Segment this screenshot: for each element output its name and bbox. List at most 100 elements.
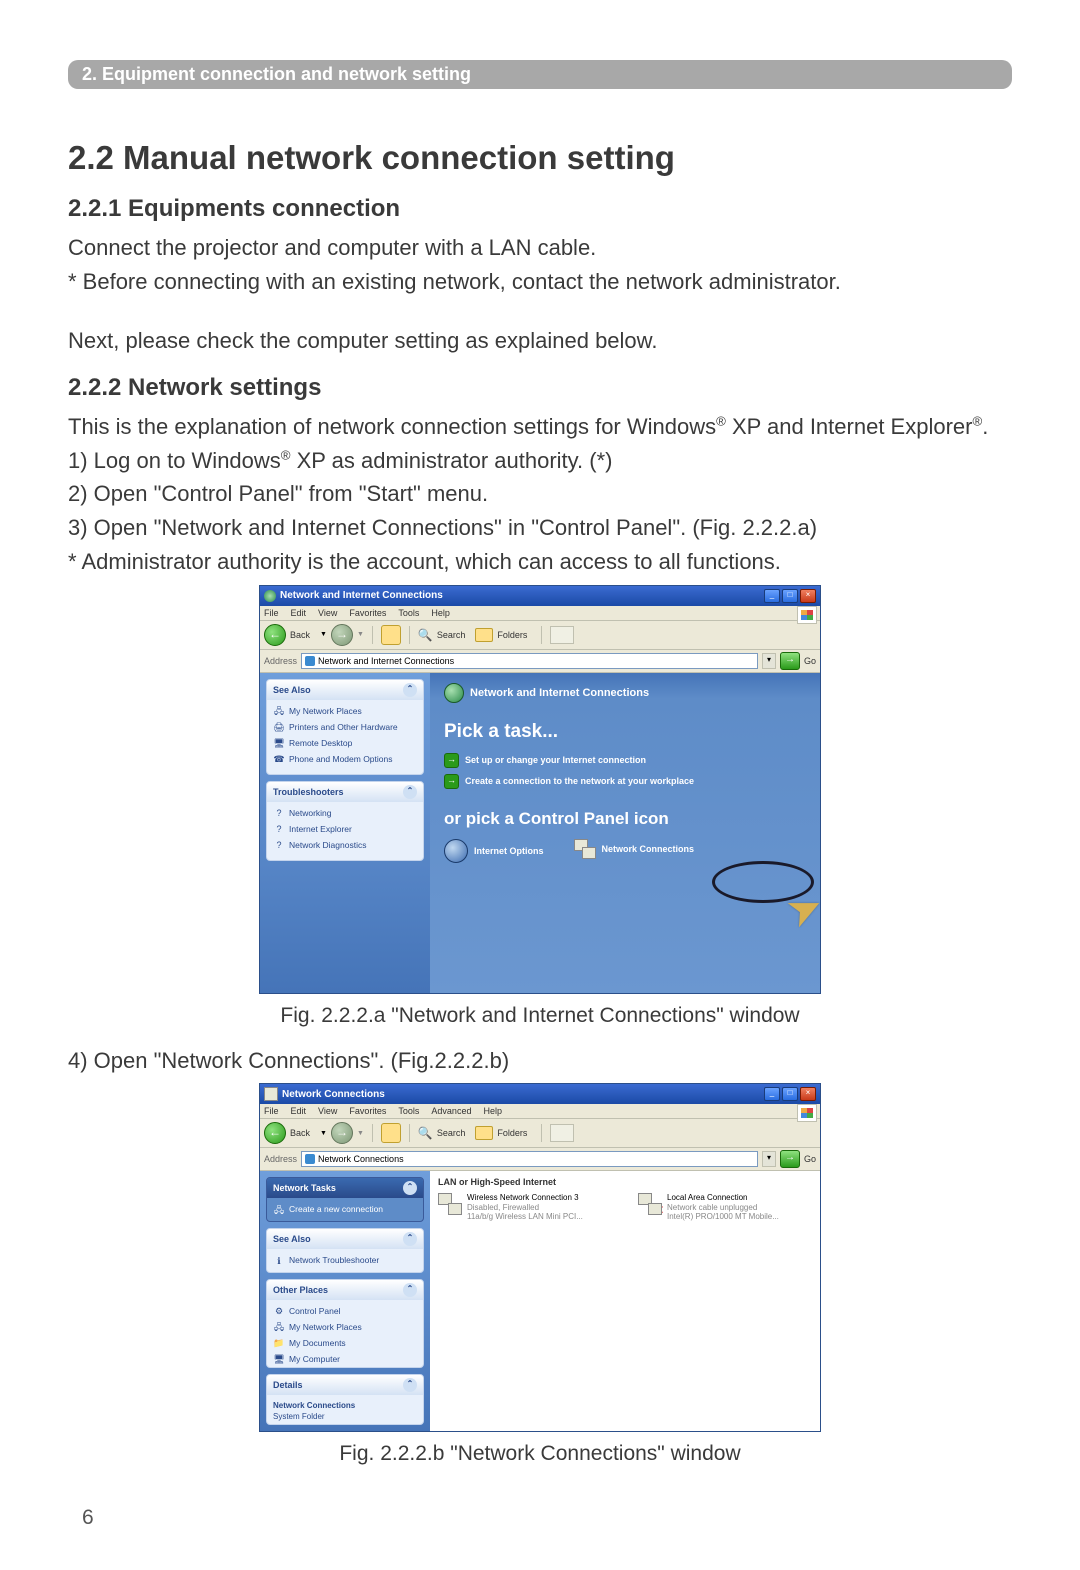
subsection-221-title: 2.2.1 Equipments connection: [68, 195, 1012, 223]
go-label[interactable]: Go: [804, 1154, 816, 1164]
folders-icon[interactable]: [475, 628, 493, 642]
maximize-button[interactable]: □: [782, 589, 798, 603]
close-button[interactable]: ×: [800, 589, 816, 603]
folders-label[interactable]: Folders: [497, 630, 527, 640]
address-label: Address: [264, 1154, 297, 1164]
sidebar-link-network-places[interactable]: 🖧My Network Places: [273, 1320, 417, 1336]
back-label[interactable]: Back: [290, 630, 310, 640]
collapse-icon[interactable]: ⌃: [403, 1378, 417, 1392]
address-input[interactable]: Network Connections: [301, 1151, 758, 1167]
page-number: 6: [82, 1506, 1012, 1530]
other-places-header[interactable]: Other Places ⌃: [267, 1280, 423, 1300]
see-also-header[interactable]: See Also ⌃: [267, 680, 423, 700]
menu-help[interactable]: Help: [483, 1106, 502, 1116]
views-button[interactable]: [550, 626, 574, 644]
search-label[interactable]: Search: [437, 630, 466, 640]
menu-tools[interactable]: Tools: [398, 1106, 419, 1116]
search-label[interactable]: Search: [437, 1128, 466, 1138]
address-dropdown[interactable]: ▾: [762, 653, 776, 669]
forward-dropdown[interactable]: ▼: [357, 1130, 364, 1137]
menubar: File Edit View Favorites Tools Advanced …: [260, 1104, 820, 1119]
see-also-header[interactable]: See Also ⌃: [267, 1229, 423, 1249]
menu-view[interactable]: View: [318, 1106, 337, 1116]
connection-item-lan[interactable]: ✕ Local Area Connection Network cable un…: [638, 1193, 808, 1222]
collapse-icon[interactable]: ⌃: [403, 1283, 417, 1297]
network-tasks-header[interactable]: Network Tasks ⌃: [267, 1178, 423, 1198]
forward-button-icon[interactable]: →: [331, 624, 353, 646]
go-button-icon[interactable]: →: [780, 652, 800, 670]
separator: [541, 1124, 542, 1142]
internet-options-icon-link[interactable]: Internet Options: [444, 839, 544, 863]
collapse-icon[interactable]: ⌃: [403, 785, 417, 799]
screenshot-a-window: Network and Internet Connections _ □ × F…: [259, 585, 821, 994]
minimize-button[interactable]: _: [764, 589, 780, 603]
sidebar-link-create-connection[interactable]: 🖧Create a new connection: [273, 1202, 417, 1218]
address-input[interactable]: Network and Internet Connections: [301, 653, 758, 669]
sidebar-link-remote-desktop[interactable]: 🖥Remote Desktop: [273, 736, 417, 752]
help-icon: ?: [273, 840, 285, 852]
menu-file[interactable]: File: [264, 1106, 279, 1116]
back-button-icon[interactable]: ←: [264, 624, 286, 646]
menu-edit[interactable]: Edit: [291, 1106, 307, 1116]
views-button[interactable]: [550, 1124, 574, 1142]
sidebar-link-my-documents[interactable]: 📁My Documents: [273, 1336, 417, 1352]
internet-options-icon: [444, 839, 468, 863]
details-header[interactable]: Details ⌃: [267, 1375, 423, 1395]
screenshot-b-window: Network Connections _ □ × File Edit View…: [259, 1083, 821, 1432]
separator: [409, 626, 410, 644]
step-1: 1) Log on to Windows® XP as administrato…: [68, 446, 1012, 476]
link-text: Remote Desktop: [289, 738, 352, 748]
details-box: Details ⌃ Network Connections System Fol…: [266, 1374, 424, 1425]
connection-item-wireless[interactable]: Wireless Network Connection 3 Disabled, …: [438, 1193, 608, 1222]
go-button-icon[interactable]: →: [780, 1150, 800, 1168]
up-button-icon[interactable]: [381, 1123, 401, 1143]
menu-file[interactable]: File: [264, 608, 279, 618]
minimize-button[interactable]: _: [764, 1087, 780, 1101]
task-link-internet-connection[interactable]: → Set up or change your Internet connect…: [444, 753, 806, 768]
sidebar-link-printers[interactable]: 🖨Printers and Other Hardware: [273, 720, 417, 736]
sidebar-link-diagnostics[interactable]: ?Network Diagnostics: [273, 838, 417, 854]
search-icon[interactable]: 🔍: [418, 1126, 433, 1140]
task-link-workplace-connection[interactable]: → Create a connection to the network at …: [444, 774, 806, 789]
sidebar-link-phone-modem[interactable]: ☎Phone and Modem Options: [273, 752, 417, 768]
sidebar-link-network-places[interactable]: 🖧My Network Places: [273, 704, 417, 720]
sidebar-link-networking[interactable]: ?Networking: [273, 806, 417, 822]
forward-button-icon[interactable]: →: [331, 1122, 353, 1144]
network-connections-icon-link[interactable]: Network Connections: [574, 839, 695, 859]
menu-view[interactable]: View: [318, 608, 337, 618]
see-also-box: See Also ⌃ 🖧My Network Places 🖨Printers …: [266, 679, 424, 775]
menu-tools[interactable]: Tools: [398, 608, 419, 618]
close-button[interactable]: ×: [800, 1087, 816, 1101]
back-dropdown[interactable]: ▼: [320, 631, 327, 638]
sidebar-link-my-computer[interactable]: 🖥My Computer: [273, 1352, 417, 1368]
up-button-icon[interactable]: [381, 625, 401, 645]
menu-advanced[interactable]: Advanced: [431, 1106, 471, 1116]
menu-favorites[interactable]: Favorites: [349, 608, 386, 618]
link-text: My Documents: [289, 1338, 346, 1348]
details-title: Details: [273, 1380, 303, 1390]
menu-favorites[interactable]: Favorites: [349, 1106, 386, 1116]
collapse-icon[interactable]: ⌃: [403, 683, 417, 697]
sidebar-link-ie[interactable]: ?Internet Explorer: [273, 822, 417, 838]
back-dropdown[interactable]: ▼: [320, 1130, 327, 1137]
task-text: Set up or change your Internet connectio…: [465, 755, 646, 765]
sidebar-link-control-panel[interactable]: ⚙Control Panel: [273, 1304, 417, 1320]
back-label[interactable]: Back: [290, 1128, 310, 1138]
connection-name: Wireless Network Connection 3: [467, 1193, 583, 1203]
collapse-icon[interactable]: ⌃: [403, 1181, 417, 1195]
forward-dropdown[interactable]: ▼: [357, 631, 364, 638]
back-button-icon[interactable]: ←: [264, 1122, 286, 1144]
separator: [372, 626, 373, 644]
folders-icon[interactable]: [475, 1126, 493, 1140]
collapse-icon[interactable]: ⌃: [403, 1232, 417, 1246]
folders-label[interactable]: Folders: [497, 1128, 527, 1138]
menu-help[interactable]: Help: [431, 608, 450, 618]
menu-edit[interactable]: Edit: [291, 608, 307, 618]
sidebar-link-troubleshooter[interactable]: ℹNetwork Troubleshooter: [273, 1253, 417, 1269]
address-dropdown[interactable]: ▾: [762, 1151, 776, 1167]
maximize-button[interactable]: □: [782, 1087, 798, 1101]
search-icon[interactable]: 🔍: [418, 628, 433, 642]
go-label[interactable]: Go: [804, 656, 816, 666]
troubleshooters-header[interactable]: Troubleshooters ⌃: [267, 782, 423, 802]
step-3: 3) Open "Network and Internet Connection…: [68, 513, 1012, 543]
